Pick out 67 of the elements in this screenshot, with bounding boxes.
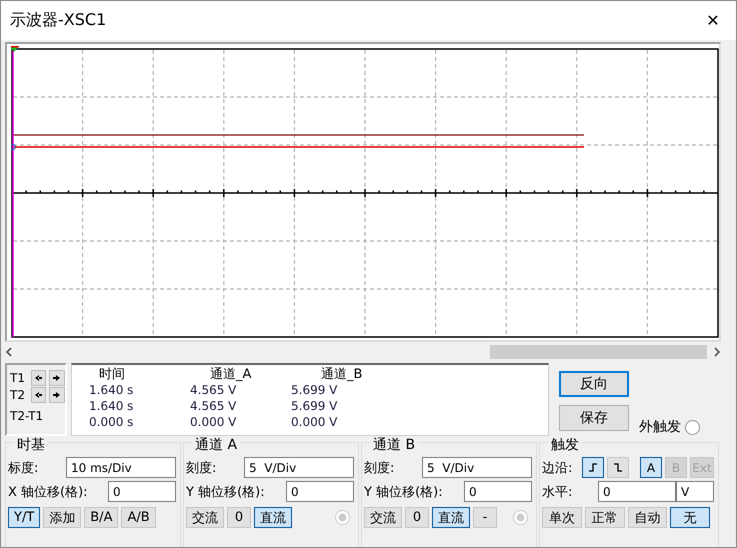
offset-label: Y 轴位移(格): — [186, 484, 265, 500]
edge-button[interactable] — [607, 457, 629, 478]
offset-field[interactable]: 0 — [464, 481, 532, 502]
cursor-difference-label: T2-T1 — [10, 409, 44, 423]
table-cell-text: 0.000 s — [88, 415, 134, 429]
scale-field[interactable]: 10 ms/Div — [66, 457, 176, 478]
column-header: 时间 — [98, 366, 126, 383]
falling-edge-icon — [613, 462, 623, 473]
column-header: 通道_A — [209, 366, 252, 383]
source-button[interactable]: A — [640, 457, 662, 478]
mode-button[interactable]: 添加 — [43, 507, 82, 528]
external-trigger-radio[interactable] — [685, 420, 700, 434]
unit-field: V — [676, 481, 714, 502]
mode-button[interactable]: 单次 — [542, 507, 582, 528]
scale-field[interactable]: 5 V/Div — [244, 457, 354, 478]
move-right-button[interactable] — [49, 370, 66, 386]
scrollbar-thumb[interactable] — [490, 345, 707, 359]
offset-label: Y 轴位移(格): — [364, 484, 443, 500]
cursor-marker-icon — [11, 46, 19, 52]
offset-label: X 轴位移(格): — [8, 484, 88, 500]
scale-label: 标度: — [8, 460, 38, 476]
mode-button[interactable]: 无 — [670, 507, 710, 528]
table-cell-text: 5.699 V — [290, 399, 338, 413]
move-left-button[interactable] — [30, 370, 46, 386]
level-label: 水平: — [542, 484, 572, 500]
mode-button[interactable]: 直流 — [254, 507, 292, 528]
cursor-label: T1 — [10, 371, 26, 385]
scale-label: 刻度: — [364, 460, 394, 476]
table-cell-text: 0.000 V — [290, 415, 338, 429]
scale-field[interactable]: 5 V/Div — [422, 457, 532, 478]
mode-button[interactable]: B/A — [84, 507, 118, 528]
mode-button[interactable]: 直流 — [432, 507, 470, 528]
group-title: 时基 — [14, 436, 48, 454]
group-title: 触发 — [548, 436, 582, 454]
mode-button[interactable]: 交流 — [186, 507, 224, 528]
edge-button[interactable] — [582, 457, 604, 478]
mode-button[interactable]: 自动 — [628, 507, 668, 528]
table-cell-text: 5.699 V — [290, 383, 338, 397]
mode-button[interactable]: A/B — [121, 507, 156, 528]
scroll-right-icon[interactable] — [713, 347, 721, 357]
level-field[interactable]: 0 — [598, 481, 676, 502]
move-left-button[interactable] — [30, 387, 46, 403]
column-header: 通道_B — [320, 366, 364, 383]
table-cell-text: 4.565 V — [189, 399, 238, 413]
offset-field[interactable]: 0 — [108, 481, 176, 502]
save-button[interactable]: 保存 — [559, 405, 629, 431]
mode-button[interactable]: 0 — [227, 507, 251, 528]
external-trigger-label: 外触发 — [639, 418, 681, 436]
move-right-button[interactable] — [49, 387, 66, 403]
offset-field[interactable]: 0 — [286, 481, 354, 502]
reverse-button[interactable]: 反向 — [559, 371, 629, 397]
scale-label: 刻度: — [186, 460, 216, 476]
scroll-left-icon[interactable] — [5, 347, 13, 357]
cursor-label: T2 — [10, 388, 26, 402]
edge-label: 边沿: — [542, 460, 572, 476]
horizontal-scrollbar[interactable] — [5, 345, 721, 359]
mode-button[interactable]: 0 — [405, 507, 429, 528]
mode-button[interactable]: 交流 — [364, 507, 402, 528]
rising-edge-icon — [588, 462, 598, 473]
window-title: 示波器-XSC1 — [10, 10, 106, 31]
mode-button[interactable]: Y/T — [8, 507, 40, 528]
table-cell-text: 1.640 s — [88, 383, 134, 397]
table-cell-text: 1.640 s — [88, 399, 134, 413]
mode-button[interactable]: - — [473, 507, 497, 528]
mode-button[interactable]: 正常 — [584, 507, 624, 528]
table-cell-text: 4.565 V — [189, 383, 238, 397]
table-cell-text: 0.000 V — [189, 415, 238, 429]
